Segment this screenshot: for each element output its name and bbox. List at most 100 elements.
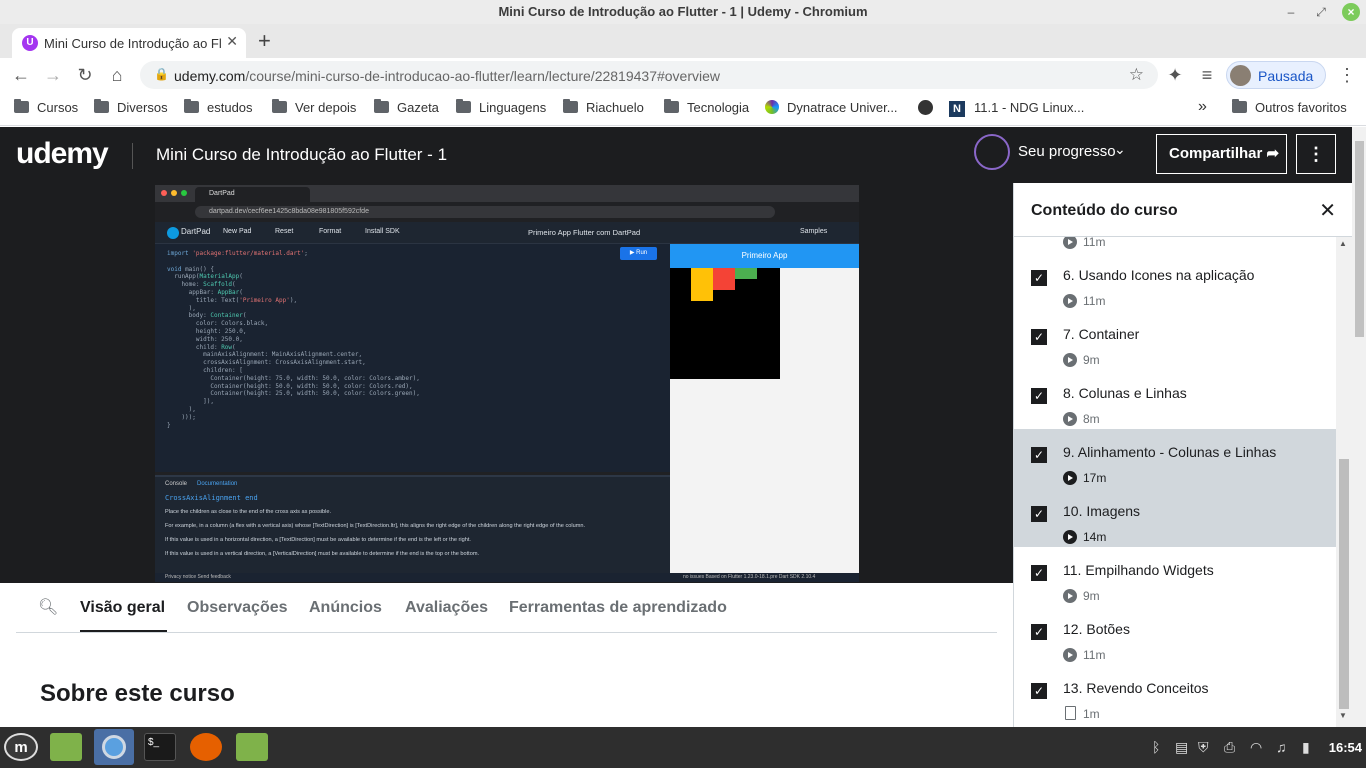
lesson-8[interactable]: ✓ 8. Colunas e Linhas 8m bbox=[1014, 370, 1336, 429]
shield-icon[interactable]: ⛨ bbox=[1198, 739, 1209, 756]
bookmark-cursos[interactable]: Cursos bbox=[14, 99, 78, 115]
play-icon bbox=[1063, 412, 1077, 426]
lesson-name: 6. Usando Icones na aplicação bbox=[1063, 267, 1255, 283]
lesson-name: 12. Botões bbox=[1063, 621, 1130, 637]
lesson-duration: 8m bbox=[1083, 412, 1100, 426]
tab-notes[interactable]: Observações bbox=[187, 599, 288, 617]
checkbox-checked-icon[interactable]: ✓ bbox=[1031, 506, 1047, 522]
video-frame[interactable]: DartPad dartpad.dev/cecf6ee1425c8bda08e9… bbox=[155, 185, 859, 582]
scroll-down-icon[interactable]: ▼ bbox=[1339, 711, 1347, 720]
battery-icon[interactable]: ▮ bbox=[1302, 739, 1310, 756]
clipboard-icon[interactable]: ▤ bbox=[1175, 739, 1188, 756]
extensions-icon[interactable]: ✦ bbox=[1164, 64, 1186, 86]
bookmark-tecnologia[interactable]: Tecnologia bbox=[664, 99, 749, 115]
back-icon[interactable]: ← bbox=[10, 64, 32, 86]
video-browser-chrome: DartPad bbox=[155, 185, 859, 202]
minimize-icon[interactable]: ‒ bbox=[1282, 3, 1300, 21]
lesson-13[interactable]: ✓ 13. Revendo Conceitos 1m bbox=[1014, 665, 1336, 724]
bookmark-ndg-linux[interactable]: N 11.1 - NDG Linux... bbox=[949, 100, 1084, 117]
checkbox-checked-icon[interactable]: ✓ bbox=[1031, 329, 1047, 345]
tab-strip: U Mini Curso de Introdução ao Flutter - … bbox=[0, 24, 1366, 58]
checkbox-checked-icon[interactable]: ✓ bbox=[1031, 683, 1047, 699]
search-icon[interactable]: 🔍︎ bbox=[38, 597, 58, 617]
tab-learning-tools[interactable]: Ferramentas de aprendizado bbox=[509, 599, 727, 617]
chevron-down-icon[interactable]: ⌄ bbox=[1114, 141, 1126, 158]
lesson-7[interactable]: ✓ 7. Container 9m bbox=[1014, 311, 1336, 370]
mint-menu-icon[interactable]: m bbox=[4, 733, 38, 761]
profile-label: Pausada bbox=[1258, 68, 1314, 84]
printer-icon[interactable]: ⎙ bbox=[1224, 739, 1235, 756]
forward-icon[interactable]: → bbox=[42, 64, 64, 86]
tab-reviews[interactable]: Avaliações bbox=[405, 599, 488, 617]
bookmark-star-icon[interactable]: ☆ bbox=[1129, 65, 1144, 85]
media-control-icon[interactable]: ≡ bbox=[1196, 64, 1218, 86]
more-options-button[interactable]: ⋮ bbox=[1296, 134, 1336, 174]
share-button[interactable]: Compartilhar ➦ bbox=[1156, 134, 1287, 174]
progress-label[interactable]: Seu progresso bbox=[1018, 143, 1116, 160]
active-tab-indicator bbox=[80, 630, 167, 632]
os-taskbar: m $_ ᛒ ▤ ⛨ ⎙ ◠ ♫ ▮ 16:54 bbox=[0, 727, 1366, 768]
course-title[interactable]: Mini Curso de Introdução ao Flutter - 1 bbox=[156, 145, 447, 165]
globe-bookmark[interactable] bbox=[918, 100, 933, 116]
play-icon bbox=[1063, 648, 1077, 662]
document-icon bbox=[1065, 706, 1076, 720]
video-tab: DartPad bbox=[195, 187, 310, 202]
bookmark-linguagens[interactable]: Linguagens bbox=[456, 99, 546, 115]
scrollbar-thumb[interactable] bbox=[1339, 459, 1349, 709]
bluetooth-icon[interactable]: ᛒ bbox=[1152, 739, 1160, 755]
bookmark-diversos[interactable]: Diversos bbox=[94, 99, 168, 115]
new-tab-icon[interactable]: + bbox=[258, 28, 271, 54]
wifi-icon[interactable]: ◠ bbox=[1250, 739, 1262, 756]
bookmark-ver-depois[interactable]: Ver depois bbox=[272, 99, 356, 115]
lesson-11[interactable]: ✓ 11. Empilhando Widgets 9m bbox=[1014, 547, 1336, 606]
browser-menu-icon[interactable]: ⋮ bbox=[1336, 64, 1358, 86]
bookmark-dynatrace[interactable]: Dynatrace Univer... bbox=[765, 100, 898, 115]
more-bookmarks-icon[interactable]: » bbox=[1198, 98, 1207, 116]
checkbox-checked-icon[interactable]: ✓ bbox=[1031, 565, 1047, 581]
lock-icon[interactable]: 🔒 bbox=[154, 67, 169, 81]
firefox-icon[interactable] bbox=[190, 733, 222, 761]
reload-icon[interactable]: ↻ bbox=[74, 64, 96, 86]
home-icon[interactable]: ⌂ bbox=[106, 64, 128, 86]
dartpad-toolbar: DartPad New Pad Reset Format Install SDK… bbox=[155, 222, 859, 244]
progress-ring-icon[interactable] bbox=[974, 134, 1010, 170]
scroll-up-icon[interactable]: ▲ bbox=[1339, 239, 1347, 248]
checkbox-checked-icon[interactable]: ✓ bbox=[1031, 624, 1047, 640]
lesson-12[interactable]: ✓ 12. Botões 11m bbox=[1014, 606, 1336, 665]
lesson-partial[interactable]: 11m bbox=[1014, 237, 1336, 252]
checkbox-checked-icon[interactable]: ✓ bbox=[1031, 447, 1047, 463]
folder-icon[interactable] bbox=[236, 733, 268, 761]
files-icon[interactable] bbox=[50, 733, 82, 761]
volume-icon[interactable]: ♫ bbox=[1276, 739, 1287, 755]
folder-icon bbox=[563, 99, 578, 113]
terminal-icon[interactable]: $_ bbox=[144, 733, 176, 761]
profile-button[interactable]: Pausada bbox=[1226, 61, 1326, 89]
udemy-logo[interactable]: udemy bbox=[16, 137, 109, 171]
lesson-10[interactable]: ✓ 10. Imagens 14m bbox=[1014, 488, 1336, 547]
close-icon[interactable]: ✕ bbox=[1319, 198, 1336, 223]
scrollbar-thumb[interactable] bbox=[1355, 141, 1364, 337]
tab-title: Mini Curso de Introdução ao Flutter - 1 … bbox=[44, 36, 222, 51]
checkbox-checked-icon[interactable]: ✓ bbox=[1031, 388, 1047, 404]
bookmark-riachuelo[interactable]: Riachuelo bbox=[563, 99, 644, 115]
lesson-6[interactable]: ✓ 6. Usando Icones na aplicação 11m bbox=[1014, 252, 1336, 311]
close-tab-icon[interactable]: ✕ bbox=[226, 33, 238, 50]
tab-overview[interactable]: Visão geral bbox=[80, 599, 165, 617]
avatar bbox=[1230, 65, 1251, 86]
bookmark-outros-favoritos[interactable]: Outros favoritos bbox=[1232, 99, 1347, 115]
address-bar[interactable]: 🔒 udemy.com/course/mini-curso-de-introdu… bbox=[140, 61, 1158, 89]
maximize-icon[interactable]: ⤢ bbox=[1312, 3, 1330, 21]
tab-announcements[interactable]: Anúncios bbox=[309, 599, 382, 617]
bookmark-estudos[interactable]: estudos bbox=[184, 99, 253, 115]
page-scrollbar[interactable] bbox=[1352, 127, 1366, 727]
chromium-icon[interactable] bbox=[94, 729, 134, 765]
bookmark-gazeta[interactable]: Gazeta bbox=[374, 99, 439, 115]
browser-tab[interactable]: U Mini Curso de Introdução ao Flutter - … bbox=[12, 28, 246, 58]
folder-icon bbox=[374, 99, 389, 113]
close-window-icon[interactable]: × bbox=[1342, 3, 1360, 21]
clock[interactable]: 16:54 bbox=[1329, 740, 1362, 755]
checkbox-checked-icon[interactable]: ✓ bbox=[1031, 270, 1047, 286]
sidebar-scrollbar[interactable]: ▲ ▼ bbox=[1336, 237, 1352, 727]
video-player[interactable]: DartPad dartpad.dev/cecf6ee1425c8bda08e9… bbox=[0, 183, 1013, 583]
lesson-9[interactable]: ✓ 9. Alinhamento - Colunas e Linhas 17m bbox=[1014, 429, 1336, 488]
